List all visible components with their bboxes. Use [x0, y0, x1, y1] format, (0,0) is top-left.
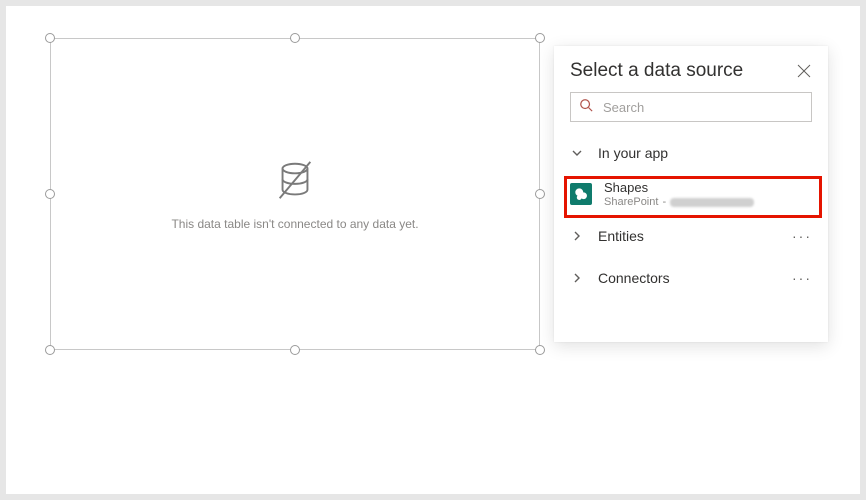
resize-handle-middle-right[interactable] — [535, 189, 545, 199]
section-in-your-app[interactable]: In your app — [554, 132, 828, 174]
data-source-item-shapes[interactable]: Shapes SharePoint - — [554, 174, 828, 215]
more-icon[interactable]: ··· — [792, 270, 812, 286]
resize-handle-bottom-middle[interactable] — [290, 345, 300, 355]
redacted-account-text — [670, 198, 754, 207]
resize-handle-top-left[interactable] — [45, 33, 55, 43]
section-label: Entities — [598, 228, 644, 244]
datatable-control-selected[interactable]: This data table isn't connected to any d… — [50, 38, 540, 350]
section-label: Connectors — [598, 270, 670, 286]
search-input[interactable] — [601, 99, 803, 116]
section-label: In your app — [598, 145, 668, 161]
search-box[interactable] — [570, 92, 812, 122]
datatable-placeholder: This data table isn't connected to any d… — [51, 39, 539, 349]
panel-title: Select a data source — [570, 60, 743, 82]
sharepoint-icon — [570, 183, 592, 205]
section-entities[interactable]: Entities ··· — [554, 215, 828, 257]
datatable-placeholder-text: This data table isn't connected to any d… — [171, 217, 418, 231]
app-canvas-frame: This data table isn't connected to any d… — [0, 0, 866, 500]
resize-handle-bottom-left[interactable] — [45, 345, 55, 355]
data-source-subtext: SharePoint - — [604, 196, 754, 209]
more-icon[interactable]: ··· — [792, 228, 812, 244]
chevron-right-icon — [570, 272, 584, 284]
resize-handle-bottom-right[interactable] — [535, 345, 545, 355]
resize-handle-top-right[interactable] — [535, 33, 545, 43]
chevron-down-icon — [570, 147, 584, 159]
data-source-panel: Select a data source In your app — [554, 46, 828, 342]
section-connectors[interactable]: Connectors ··· — [554, 257, 828, 299]
search-icon — [579, 98, 593, 117]
data-source-name: Shapes — [604, 180, 754, 196]
database-disconnected-icon — [272, 158, 318, 209]
chevron-right-icon — [570, 230, 584, 242]
close-button[interactable] — [796, 63, 812, 79]
resize-handle-top-middle[interactable] — [290, 33, 300, 43]
resize-handle-middle-left[interactable] — [45, 189, 55, 199]
